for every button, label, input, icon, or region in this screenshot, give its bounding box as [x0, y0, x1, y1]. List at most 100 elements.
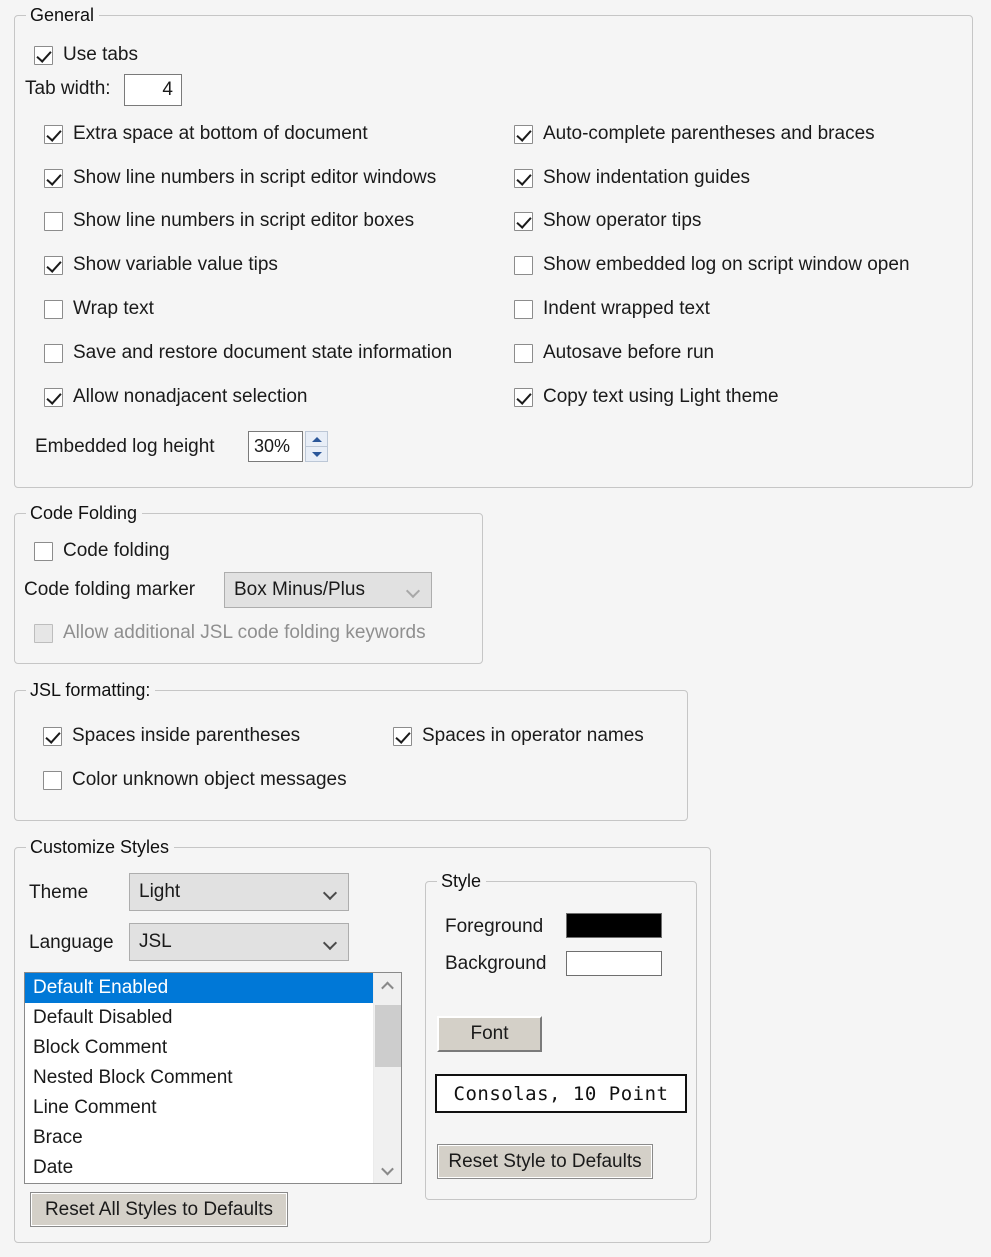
style-legend: Style [437, 871, 486, 891]
checkbox-indicator[interactable] [514, 212, 533, 231]
checkbox-spaces-in-operator-names[interactable]: Spaces in operator names [393, 726, 644, 746]
list-item[interactable]: Line Comment [25, 1093, 373, 1123]
theme-label: Theme [29, 882, 88, 903]
stepper-up-button[interactable] [305, 431, 328, 447]
embedded-log-height-stepper[interactable]: 30% [248, 431, 328, 462]
reset-all-styles-button[interactable]: Reset All Styles to Defaults [30, 1192, 288, 1227]
checkbox-nonadjacent-selection[interactable]: Allow nonadjacent selection [44, 387, 308, 407]
checkbox-indicator[interactable] [43, 771, 62, 790]
tab-width-input[interactable]: 4 [124, 74, 182, 106]
scroll-up-button[interactable] [374, 973, 401, 999]
tab-width-label: Tab width: [25, 78, 111, 99]
checkbox-indicator[interactable] [44, 388, 63, 407]
embedded-log-height-label: Embedded log height [35, 436, 215, 457]
checkbox-color-unknown-object-messages[interactable]: Color unknown object messages [43, 770, 347, 790]
language-select[interactable]: JSL [129, 923, 349, 961]
checkbox-autosave-before-run[interactable]: Autosave before run [514, 343, 714, 363]
checkbox-line-numbers-windows[interactable]: Show line numbers in script editor windo… [44, 168, 436, 188]
triangle-down-icon [312, 452, 322, 457]
checkbox-indicator [34, 624, 53, 643]
checkbox-indicator[interactable] [44, 300, 63, 319]
style-list-scrollbar[interactable] [373, 973, 401, 1183]
checkbox-copy-text-light-theme[interactable]: Copy text using Light theme [514, 387, 779, 407]
checkbox-indicator[interactable] [44, 256, 63, 275]
checkbox-label: Spaces in operator names [422, 726, 644, 746]
checkbox-label: Show embedded log on script window open [543, 255, 910, 275]
checkbox-operator-tips[interactable]: Show operator tips [514, 211, 701, 231]
style-list[interactable]: Default Enabled Default Disabled Block C… [24, 972, 402, 1184]
checkbox-indicator[interactable] [43, 727, 62, 746]
checkbox-label: Color unknown object messages [72, 770, 347, 790]
general-legend: General [26, 5, 99, 25]
checkbox-save-restore-state[interactable]: Save and restore document state informat… [44, 343, 452, 363]
checkbox-indicator[interactable] [44, 212, 63, 231]
checkbox-indicator[interactable] [514, 300, 533, 319]
checkbox-label: Autosave before run [543, 343, 714, 363]
stepper-buttons[interactable] [305, 431, 328, 462]
background-label: Background [445, 953, 546, 974]
jsl-formatting-legend: JSL formatting: [26, 680, 155, 700]
checkbox-label: Show line numbers in script editor windo… [73, 168, 436, 188]
theme-select[interactable]: Light [129, 873, 349, 911]
checkbox-label: Copy text using Light theme [543, 387, 779, 407]
code-folding-marker-label: Code folding marker [24, 579, 195, 600]
checkbox-label: Save and restore document state informat… [73, 343, 452, 363]
list-item[interactable]: Date [25, 1153, 373, 1183]
chevron-down-icon [408, 585, 419, 596]
checkbox-label: Use tabs [63, 45, 138, 65]
code-folding-legend: Code Folding [26, 503, 142, 523]
stepper-down-button[interactable] [305, 447, 328, 462]
checkbox-variable-value-tips[interactable]: Show variable value tips [44, 255, 278, 275]
checkbox-label: Allow additional JSL code folding keywor… [63, 623, 426, 643]
checkbox-allow-jsl-keywords: Allow additional JSL code folding keywor… [34, 623, 426, 643]
checkbox-indicator[interactable] [514, 125, 533, 144]
checkbox-indicator[interactable] [514, 256, 533, 275]
background-color-swatch[interactable] [566, 951, 662, 976]
checkbox-indicator[interactable] [44, 344, 63, 363]
checkbox-embedded-log-on-open[interactable]: Show embedded log on script window open [514, 255, 910, 275]
list-item[interactable]: Brace [25, 1123, 373, 1153]
checkbox-indicator[interactable] [44, 125, 63, 144]
checkbox-label: Show indentation guides [543, 168, 750, 188]
checkbox-label: Show variable value tips [73, 255, 278, 275]
language-value: JSL [139, 931, 172, 953]
checkbox-indicator[interactable] [34, 542, 53, 561]
checkbox-code-folding[interactable]: Code folding [34, 541, 170, 561]
list-item[interactable]: Block Comment [25, 1033, 373, 1063]
checkbox-indicator[interactable] [393, 727, 412, 746]
triangle-up-icon [312, 437, 322, 442]
checkbox-indicator[interactable] [34, 46, 53, 65]
checkbox-extra-space-bottom[interactable]: Extra space at bottom of document [44, 124, 368, 144]
list-item[interactable]: Default Enabled [25, 973, 373, 1003]
checkbox-use-tabs[interactable]: Use tabs [34, 45, 138, 65]
reset-style-button[interactable]: Reset Style to Defaults [437, 1144, 653, 1179]
checkbox-wrap-text[interactable]: Wrap text [44, 299, 154, 319]
preferences-panel: General Use tabs Tab width: 4 Extra spac… [0, 0, 991, 1257]
language-label: Language [29, 932, 114, 953]
font-value-display: Consolas, 10 Point [435, 1074, 687, 1113]
checkbox-indicator[interactable] [514, 344, 533, 363]
checkbox-indicator[interactable] [514, 169, 533, 188]
style-list-items[interactable]: Default Enabled Default Disabled Block C… [25, 973, 373, 1183]
list-item[interactable]: Default Disabled [25, 1003, 373, 1033]
checkbox-label: Spaces inside parentheses [72, 726, 300, 746]
chevron-up-icon [381, 981, 394, 994]
checkbox-spaces-inside-parentheses[interactable]: Spaces inside parentheses [43, 726, 300, 746]
embedded-log-height-value[interactable]: 30% [248, 431, 303, 462]
checkbox-line-numbers-boxes[interactable]: Show line numbers in script editor boxes [44, 211, 414, 231]
font-button[interactable]: Font [437, 1016, 542, 1052]
checkbox-indent-wrapped-text[interactable]: Indent wrapped text [514, 299, 710, 319]
checkbox-indicator[interactable] [514, 388, 533, 407]
checkbox-label: Indent wrapped text [543, 299, 710, 319]
chevron-down-icon [381, 1162, 394, 1175]
checkbox-label: Extra space at bottom of document [73, 124, 368, 144]
theme-value: Light [139, 881, 180, 903]
checkbox-indentation-guides[interactable]: Show indentation guides [514, 168, 750, 188]
foreground-color-swatch[interactable] [566, 913, 662, 938]
scroll-down-button[interactable] [374, 1157, 401, 1183]
scrollbar-thumb[interactable] [375, 1005, 401, 1067]
checkbox-indicator[interactable] [44, 169, 63, 188]
checkbox-autocomplete-parens[interactable]: Auto-complete parentheses and braces [514, 124, 875, 144]
code-folding-marker-select[interactable]: Box Minus/Plus [224, 572, 432, 608]
list-item[interactable]: Nested Block Comment [25, 1063, 373, 1093]
